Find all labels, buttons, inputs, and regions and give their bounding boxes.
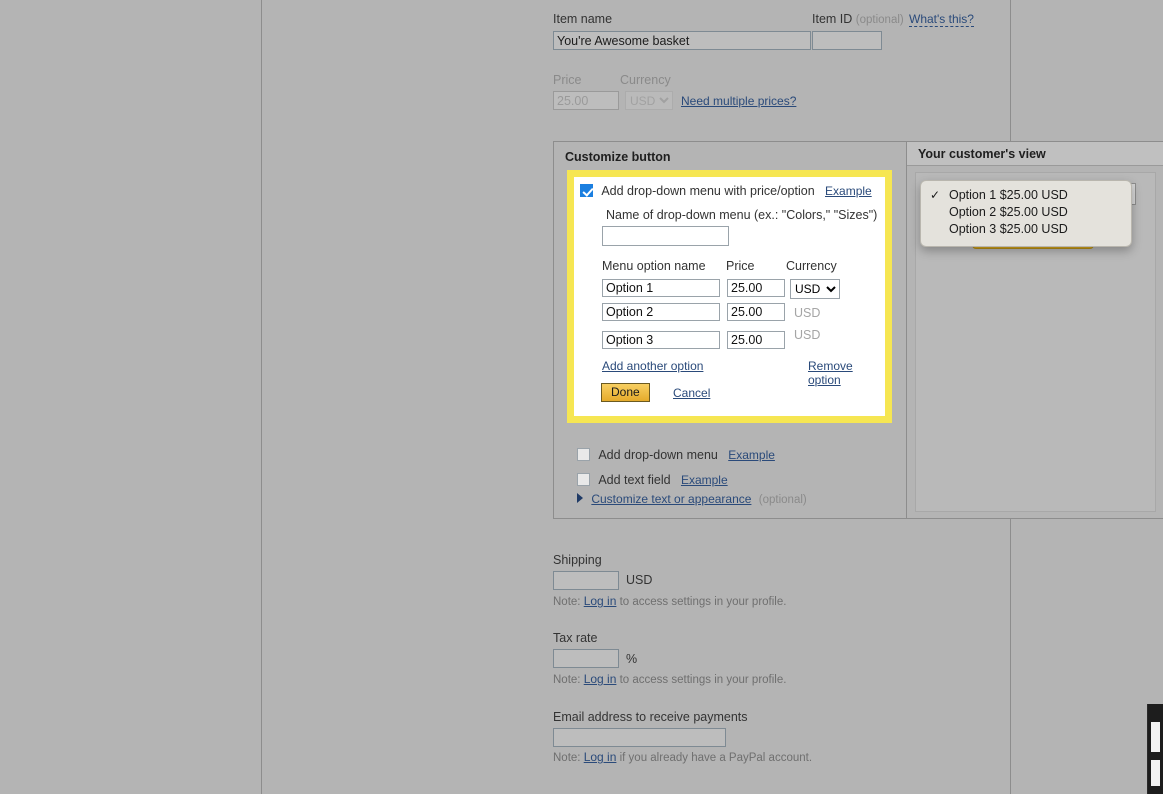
- need-multiple-prices-link[interactable]: Need multiple prices?: [681, 94, 796, 108]
- scrollbar[interactable]: [1147, 704, 1163, 794]
- option-currency-select-1[interactable]: USD: [790, 279, 840, 299]
- scrollbar-thumb[interactable]: [1151, 722, 1160, 752]
- price-input[interactable]: [553, 91, 619, 110]
- option-name-input-3[interactable]: [602, 331, 720, 349]
- dropdown-popup-item-3-label: Option 3 $25.00 USD: [949, 222, 1068, 236]
- customize-text-or-appearance-link[interactable]: Customize text or appearance: [591, 492, 751, 506]
- email-note: Note: Log in if you already have a PayPa…: [553, 750, 812, 764]
- tax-rate-note: Note: Log in to access settings in your …: [553, 672, 786, 686]
- currency-header: Currency: [786, 259, 837, 273]
- option-price-input-3[interactable]: [727, 331, 785, 349]
- add-another-option-link[interactable]: Add another option: [602, 359, 703, 373]
- add-dropdown-menu-checkbox[interactable]: [577, 448, 590, 461]
- add-text-field-label: Add text field: [598, 473, 671, 487]
- customize-button-title: Customize button: [565, 150, 671, 164]
- dropdown-with-price-checkbox[interactable]: [580, 184, 593, 197]
- option-name-input-2[interactable]: [602, 303, 720, 321]
- dropdown-popup-item-2-label: Option 2 $25.00 USD: [949, 205, 1068, 219]
- option-price-input-2[interactable]: [727, 303, 785, 321]
- add-dropdown-menu-label: Add drop-down menu: [598, 448, 718, 462]
- price-header: Price: [726, 259, 755, 273]
- menu-option-name-header: Menu option name: [602, 259, 706, 273]
- tax-rate-unit: %: [626, 652, 638, 666]
- tax-note-suffix: to access settings in your profile.: [619, 674, 787, 686]
- tax-note-login-link[interactable]: Log in: [584, 672, 617, 686]
- dropdown-with-price-editor: Add drop-down menu with price/option Exa…: [567, 170, 892, 423]
- shipping-label: Shipping: [553, 553, 602, 567]
- customize-options-column: Customize button Add drop-down menu with…: [554, 142, 907, 518]
- add-text-field-checkbox[interactable]: [577, 473, 590, 486]
- customer-view-title: Your customer's view: [918, 147, 1046, 161]
- menu-option-row: USD: [574, 303, 885, 327]
- dropdown-popup-item-3[interactable]: Option 3 $25.00 USD: [921, 221, 1131, 238]
- option-name-input-1[interactable]: [602, 279, 720, 297]
- item-id-label-text: Item ID: [812, 12, 853, 26]
- dropdown-popup-item-2[interactable]: Option 2 $25.00 USD: [921, 204, 1131, 221]
- email-note-login-link[interactable]: Log in: [584, 750, 617, 764]
- add-dropdown-menu-example-link[interactable]: Example: [728, 448, 775, 462]
- cancel-link[interactable]: Cancel: [673, 386, 710, 400]
- dropdown-popup-item-1-label: Option 1 $25.00 USD: [949, 188, 1068, 202]
- shipping-input[interactable]: [553, 571, 619, 590]
- tax-rate-label: Tax rate: [553, 631, 598, 645]
- scrollbar-thumb-secondary[interactable]: [1151, 760, 1160, 786]
- shipping-currency-unit: USD: [626, 573, 653, 587]
- add-text-field-example-link[interactable]: Example: [681, 473, 728, 487]
- open-dropdown-popup[interactable]: ✓ Option 1 $25.00 USD Option 2 $25.00 US…: [920, 180, 1132, 247]
- currency-label: Currency: [620, 73, 671, 87]
- check-mark-icon: ✓: [930, 188, 941, 202]
- page-content-frame: Item name Item ID (optional) What's this…: [261, 0, 1163, 794]
- customize-text-or-appearance-row[interactable]: Customize text or appearance (optional): [577, 492, 807, 506]
- dropdown-with-price-label: Add drop-down menu with price/option: [601, 184, 815, 198]
- dropdown-with-price-checkbox-row: Add drop-down menu with price/option Exa…: [580, 183, 872, 199]
- item-id-label: Item ID (optional): [812, 11, 904, 28]
- dropdown-name-input[interactable]: [602, 226, 729, 246]
- email-input[interactable]: [553, 728, 726, 747]
- option-price-input-1[interactable]: [727, 279, 785, 297]
- email-label: Email address to receive payments: [553, 710, 748, 724]
- dropdown-name-label: Name of drop-down menu (ex.: "Colors," "…: [606, 208, 878, 222]
- menu-option-row: USD: [574, 279, 885, 303]
- shipping-note-login-link[interactable]: Log in: [584, 594, 617, 608]
- menu-option-row: USD: [574, 328, 885, 355]
- item-id-input[interactable]: [812, 31, 882, 50]
- done-button[interactable]: Done: [601, 383, 650, 402]
- shipping-note: Note: Log in to access settings in your …: [553, 594, 786, 608]
- shipping-note-suffix: to access settings in your profile.: [619, 596, 787, 608]
- email-note-prefix: Note:: [553, 752, 581, 764]
- option-currency-text-3: USD: [794, 328, 821, 342]
- add-text-field-row: Add text field Example: [577, 472, 728, 488]
- customize-text-optional-text: (optional): [758, 494, 807, 506]
- email-note-suffix: if you already have a PayPal account.: [619, 752, 813, 764]
- price-label: Price: [553, 73, 582, 87]
- option-currency-text-2: USD: [794, 306, 821, 320]
- tax-note-prefix: Note:: [553, 674, 581, 686]
- item-name-input[interactable]: [553, 31, 811, 50]
- currency-select[interactable]: USD: [625, 91, 673, 110]
- dropdown-popup-item-1[interactable]: ✓ Option 1 $25.00 USD: [921, 187, 1131, 204]
- item-id-optional-text: (optional): [855, 14, 904, 26]
- whats-this-link[interactable]: What's this?: [909, 12, 974, 27]
- dropdown-with-price-example-link[interactable]: Example: [825, 184, 872, 198]
- chevron-right-icon[interactable]: [577, 493, 583, 503]
- add-dropdown-menu-row: Add drop-down menu Example: [577, 447, 775, 463]
- tax-rate-input[interactable]: [553, 649, 619, 668]
- item-name-label: Item name: [553, 12, 613, 26]
- shipping-note-prefix: Note:: [553, 596, 581, 608]
- remove-option-link[interactable]: Remove option: [808, 359, 885, 387]
